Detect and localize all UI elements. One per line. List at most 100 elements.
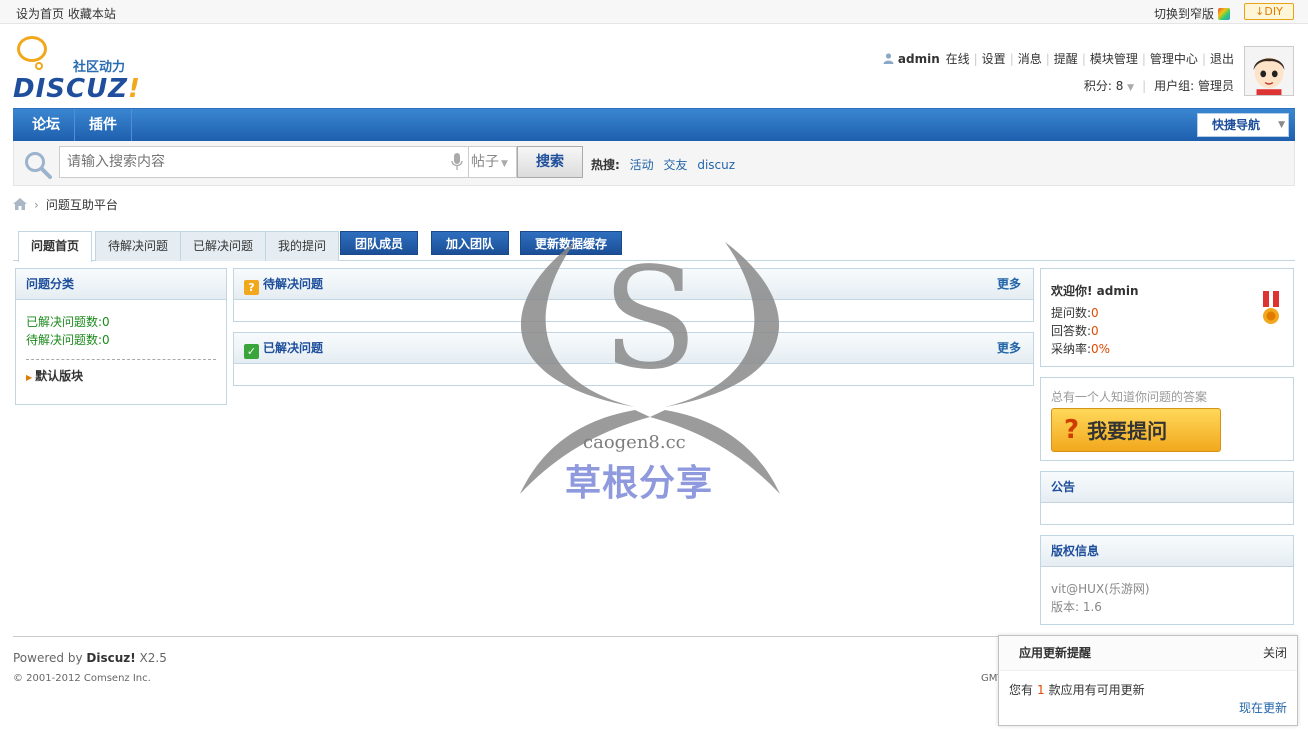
search-input-wrapper [59, 146, 469, 178]
admin-center-link[interactable]: 管理中心 [1150, 52, 1198, 66]
avatar[interactable] [1244, 46, 1294, 96]
messages-link[interactable]: 消息 [1018, 52, 1042, 66]
microphone-icon[interactable] [451, 153, 463, 171]
switch-width-link[interactable]: 切换到窄版 [1154, 5, 1230, 22]
breadcrumb-separator: › [34, 198, 39, 212]
tab-my-questions[interactable]: 我的提问 [265, 231, 340, 261]
announcement-panel: 公告 [1040, 471, 1294, 525]
search-type-select[interactable]: 帖子 ▼ [469, 146, 517, 178]
settings-link[interactable]: 设置 [982, 52, 1006, 66]
powered-by: Powered by Discuz! X2.5 [13, 651, 167, 665]
popup-message-prefix: 您有 [1009, 683, 1034, 697]
chevron-down-icon: ▼ [501, 159, 508, 169]
close-button[interactable]: 关闭 [1263, 636, 1287, 670]
logo-wordmark: DISCUZ! [13, 74, 141, 104]
ask-tip: 总有一个人知道你问题的答案 [1051, 390, 1208, 404]
pending-count: 待解决问题数:0 [26, 333, 110, 347]
logo-bubble-tail [35, 62, 43, 70]
top-links: 设为首页 收藏本站 [16, 5, 116, 22]
user-group-link[interactable]: 用户组: 管理员 [1154, 79, 1234, 93]
search-button[interactable]: 搜索 [517, 146, 583, 178]
set-homepage-link[interactable]: 设为首页 [16, 7, 64, 21]
announcement-title: 公告 [1041, 472, 1293, 503]
nav-item-forum[interactable]: 论坛 [13, 109, 75, 141]
chevron-down-icon: ▼ [1127, 83, 1135, 93]
color-palette-icon [1218, 8, 1230, 20]
update-now-link[interactable]: 现在更新 [1239, 699, 1287, 717]
category-title: 问题分类 [16, 269, 226, 300]
adoption-rate: 采纳率:0% [1051, 342, 1111, 356]
breadcrumb: › 问题互助平台 [13, 196, 118, 213]
online-status: 在线 [945, 52, 970, 66]
quick-nav-label: 快捷导航 [1212, 118, 1261, 132]
medal-icon [1263, 291, 1279, 324]
tab-pending[interactable]: 待解决问题 [95, 231, 182, 261]
nav-item-plugins[interactable]: 插件 [75, 109, 132, 141]
copyright-title: 版权信息 [1041, 536, 1293, 567]
site-logo[interactable]: 社区动力 DISCUZ! [13, 34, 153, 104]
default-board-link[interactable]: ▶ 默认版块 [16, 360, 226, 391]
copyright-text: © 2001-2012 Comsenz Inc. [13, 673, 151, 684]
plugin-version: 版本: 1.6 [1051, 600, 1102, 614]
popup-message-suffix: 款应用有可用更新 [1048, 683, 1145, 697]
username-link[interactable]: admin [898, 52, 940, 66]
question-mark-icon: ? [244, 280, 259, 295]
solved-questions-title: 已解决问题 [263, 341, 324, 355]
solved-count: 已解决问题数:0 [26, 315, 110, 329]
answered-count: 回答数:0 [1051, 324, 1099, 338]
quick-nav-button[interactable]: 快捷导航 ▼ [1197, 113, 1289, 137]
team-members-button[interactable]: 团队成员 [340, 231, 419, 255]
pending-more-link[interactable]: 更多 [997, 269, 1021, 300]
app-update-popup: 应用更新提醒 关闭 您有 1 款应用有可用更新 现在更新 [998, 635, 1298, 726]
points-menu[interactable]: 积分: 8 ▼ [1084, 79, 1134, 93]
refresh-cache-button[interactable]: 更新数据缓存 [520, 231, 623, 255]
switch-width-label: 切换到窄版 [1153, 7, 1214, 21]
search-icon [25, 152, 52, 179]
ask-question-button[interactable]: ? 我要提问 [1051, 408, 1221, 452]
welcome-title: 欢迎你! admin [1051, 284, 1139, 298]
tab-solved[interactable]: 已解决问题 [180, 231, 267, 261]
logo-tagline: 社区动力 [73, 60, 126, 75]
home-icon[interactable] [13, 198, 27, 210]
join-team-button[interactable]: 加入团队 [431, 231, 510, 255]
ask-panel: 总有一个人知道你问题的答案 ? 我要提问 [1040, 377, 1294, 461]
main-nav: 论坛 插件 快捷导航 ▼ [13, 108, 1295, 141]
breadcrumb-current[interactable]: 问题互助平台 [46, 198, 118, 212]
user-icon [883, 53, 894, 64]
top-bar: 设为首页 收藏本站 切换到窄版 ↓DIY [0, 0, 1308, 24]
search-input[interactable] [60, 147, 440, 177]
pending-questions-panel: ? 待解决问题 更多 [233, 268, 1034, 322]
bookmark-link[interactable]: 收藏本站 [68, 7, 116, 21]
asked-count: 提问数:0 [1051, 306, 1099, 320]
pending-questions-title: 待解决问题 [263, 277, 324, 291]
logout-link[interactable]: 退出 [1210, 52, 1234, 66]
check-icon: ✓ [244, 344, 259, 359]
question-tabs: 问题首页 待解决问题 已解决问题 我的提问 团队成员 加入团队 更新数据缓存 [13, 229, 1295, 262]
question-mark-icon: ? [1064, 415, 1080, 445]
diy-button[interactable]: ↓DIY [1244, 3, 1294, 20]
logo-bubble-icon [17, 36, 47, 62]
user-info: admin 在线 | 设置 | 消息 | 提醒 | 模块管理 | 管理中心 | 退出 积分: 8 ▼ | 用… [883, 50, 1234, 94]
chevron-down-icon: ▼ [1278, 120, 1285, 130]
triangle-right-icon: ▶ [26, 373, 33, 382]
hot-search: 热搜: 活动 交友 discuz [591, 156, 735, 173]
solved-more-link[interactable]: 更多 [997, 333, 1021, 364]
copyright-panel: 版权信息 vit@HUX(乐游网) 版本: 1.6 [1040, 535, 1294, 625]
search-bar: 帖子▼ 搜索 热搜: 活动 交友 discuz [13, 141, 1295, 186]
solved-questions-panel: ✓ 已解决问题 更多 [233, 332, 1034, 386]
popup-title: 应用更新提醒 [1019, 646, 1092, 660]
discuz-link[interactable]: Discuz! [86, 651, 135, 665]
hot-term-friends[interactable]: 交友 [663, 158, 687, 172]
hot-search-label: 热搜: [591, 158, 620, 172]
update-count: 1 [1037, 683, 1045, 697]
hot-term-discuz[interactable]: discuz [697, 158, 735, 172]
tab-question-home[interactable]: 问题首页 [18, 231, 93, 262]
module-manage-link[interactable]: 模块管理 [1090, 52, 1138, 66]
hot-term-activity[interactable]: 活动 [630, 158, 654, 172]
watermark-name: 草根分享 [565, 463, 714, 504]
watermark-site: caogen8.cc [583, 432, 686, 453]
diy-label: DIY [1264, 5, 1283, 18]
welcome-panel: 欢迎你! admin 提问数:0 回答数:0 采纳率:0% [1040, 268, 1294, 367]
reminders-link[interactable]: 提醒 [1054, 52, 1078, 66]
plugin-author: vit@HUX(乐游网) [1051, 582, 1150, 596]
